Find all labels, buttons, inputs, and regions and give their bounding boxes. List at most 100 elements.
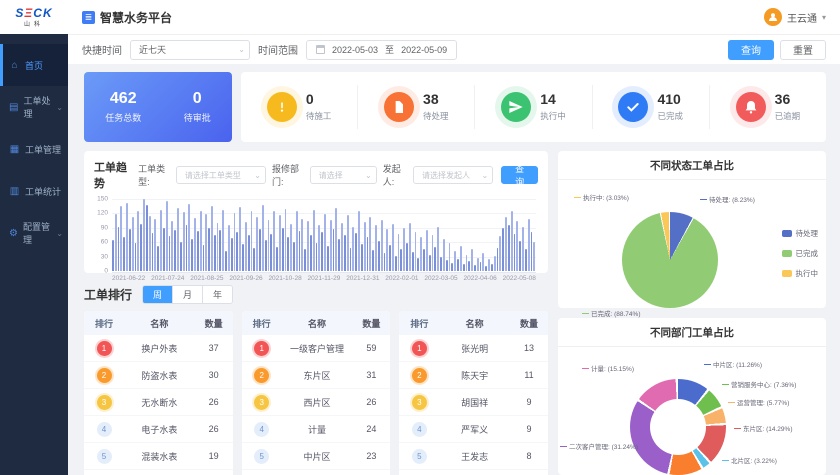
row-name: 张光明 xyxy=(439,342,510,355)
bar xyxy=(208,228,210,271)
bar xyxy=(174,230,176,271)
ranking-header: 工单排行 周月年 xyxy=(84,285,548,304)
date-start[interactable]: 2022-05-03 xyxy=(332,45,378,55)
brand-logo-text: SΞCK xyxy=(15,6,52,20)
ranking-tab-月[interactable]: 月 xyxy=(172,286,202,303)
quick-time-select[interactable]: 近七天 ⌄ xyxy=(130,40,250,60)
bar xyxy=(183,212,185,271)
y-axis-tick: 60 xyxy=(101,239,108,246)
time-range-label: 时间范围 xyxy=(258,42,298,57)
dashboard-columns: 工单趋势 工单类型: 请选择工单类型 ⌄ 报修部门: 请选择 ⌄ 发 xyxy=(84,151,826,475)
bar xyxy=(120,206,122,271)
calendar-icon xyxy=(316,45,325,54)
bar xyxy=(457,259,459,271)
table-row: 2 东片区 31 xyxy=(242,362,391,389)
sidebar-item-工单统计[interactable]: ▥ 工单统计 xyxy=(0,170,68,212)
repair-dept-select[interactable]: 请选择 ⌄ xyxy=(310,166,377,184)
label-line xyxy=(574,197,581,198)
bar xyxy=(217,223,219,271)
topbar: ≣ 智慧水务平台 王云通 ▾ xyxy=(68,0,840,34)
left-column: 工单趋势 工单类型: 请选择工单类型 ⌄ 报修部门: 请选择 ⌄ 发 xyxy=(84,151,548,475)
rank-number-badge: 4 xyxy=(412,422,427,437)
column-header-rank: 排行 xyxy=(242,317,282,330)
search-button[interactable]: 查询 xyxy=(728,40,774,60)
legend-item-待处理[interactable]: 待处理 xyxy=(782,228,819,239)
user-menu[interactable]: 王云通 ▾ xyxy=(764,8,826,26)
sidebar-item-工单管理[interactable]: ▦ 工单管理 xyxy=(0,128,68,170)
x-axis-tick: 2022-02-01 xyxy=(385,273,418,283)
table-row: 3 西片区 26 xyxy=(242,389,391,416)
medal-icon: 1 xyxy=(97,341,112,356)
bar xyxy=(480,262,482,271)
rank-number-badge: 4 xyxy=(254,422,269,437)
legend-item-已完成[interactable]: 已完成 xyxy=(782,248,819,259)
order-type-select[interactable]: 请选择工单类型 ⌄ xyxy=(176,166,266,184)
bar xyxy=(259,229,261,271)
bar xyxy=(313,210,315,271)
column-header-count: 数量 xyxy=(352,317,390,330)
ranking-section: 工单排行 周月年 排行 名称 数量 1 换户外表 37 2 防盗水表 30 3 … xyxy=(84,283,548,475)
sidebar-item-工单处理[interactable]: ▤ 工单处理⌄ xyxy=(0,86,68,128)
bar xyxy=(203,245,205,271)
pie-label-north-district: 北片区: (3.22%) xyxy=(722,455,777,465)
bar xyxy=(211,206,213,271)
table-row: 4 严军义 9 xyxy=(399,416,548,443)
filter-actions: 查询 重置 xyxy=(728,40,826,60)
bar xyxy=(420,237,422,271)
row-name: 东片区 xyxy=(282,369,353,382)
row-count: 19 xyxy=(195,451,233,461)
bar xyxy=(494,256,496,271)
pending-approval: 0 待审批 xyxy=(184,90,211,124)
legend-item-执行中[interactable]: 执行中 xyxy=(782,268,819,279)
status-pie-title: 不同状态工单占比 xyxy=(558,151,826,180)
sidebar-item-首页[interactable]: ⌂ 首页 xyxy=(0,44,68,86)
bar xyxy=(163,228,165,271)
sidebar-item-配置管理[interactable]: ⚙ 配置管理⌄ xyxy=(0,212,68,254)
pie-label-text: 运营管理: (5.77%) xyxy=(737,397,789,407)
x-axis-tick: 2022-05-08 xyxy=(503,273,536,283)
user-avatar-icon[interactable] xyxy=(764,8,782,26)
total-tasks: 462 任务总数 xyxy=(105,90,141,124)
reset-button[interactable]: 重置 xyxy=(780,40,826,60)
row-count: 24 xyxy=(352,424,390,434)
status-pie-chart: 执行中: (3.03%) 待处理: (8.23%) 已完成: (88.74%) … xyxy=(558,180,826,308)
chevron-down-icon: ⌄ xyxy=(254,171,261,180)
bar xyxy=(324,214,326,271)
pending-approval-value: 0 xyxy=(184,90,211,108)
bar xyxy=(355,233,357,271)
row-name: 混装水表 xyxy=(124,450,195,463)
brand-logo: SΞCK 山科 xyxy=(0,0,68,34)
ranking-tab-年[interactable]: 年 xyxy=(202,286,232,303)
order-stats-icon: ▥ xyxy=(9,186,20,197)
column-header-count: 数量 xyxy=(510,317,548,330)
date-end[interactable]: 2022-05-09 xyxy=(401,45,447,55)
bar xyxy=(412,252,414,271)
rank-number-badge: 4 xyxy=(97,422,112,437)
ranking-tab-周[interactable]: 周 xyxy=(143,286,172,303)
y-axis-tick: 0 xyxy=(104,268,108,275)
bar xyxy=(290,224,292,271)
bar xyxy=(482,253,484,271)
stat-执行中: 14 执行中 xyxy=(474,85,591,129)
bar xyxy=(265,240,267,271)
label-line xyxy=(722,384,729,385)
initiator-select[interactable]: 请选择发起人 ⌄ xyxy=(413,166,493,184)
bar xyxy=(186,225,188,271)
table-row: 3 胡国祥 9 xyxy=(399,389,548,416)
app-root: SΞCK 山科 ⌂ 首页▤ 工单处理⌄▦ 工单管理▥ 工单统计⚙ 配置管理⌄ ≣… xyxy=(0,0,840,475)
legend-swatch xyxy=(782,230,792,237)
date-range-picker[interactable]: 2022-05-03 至 2022-05-09 xyxy=(306,40,457,60)
trend-search-button[interactable]: 查询 xyxy=(501,166,538,184)
column-header-rank: 排行 xyxy=(84,317,124,330)
user-name[interactable]: 王云通 xyxy=(787,10,817,25)
bar xyxy=(437,227,439,271)
row-count: 30 xyxy=(195,370,233,380)
row-name: 陈天宇 xyxy=(439,369,510,382)
status-pie-legend: 待处理 已完成 执行中 xyxy=(782,228,819,279)
settings-icon: ⚙ xyxy=(9,228,18,239)
row-name: 西片区 xyxy=(282,396,353,409)
bar xyxy=(123,237,125,271)
app-icon: ≣ xyxy=(82,11,95,24)
bar xyxy=(234,213,236,271)
bar xyxy=(426,230,428,271)
